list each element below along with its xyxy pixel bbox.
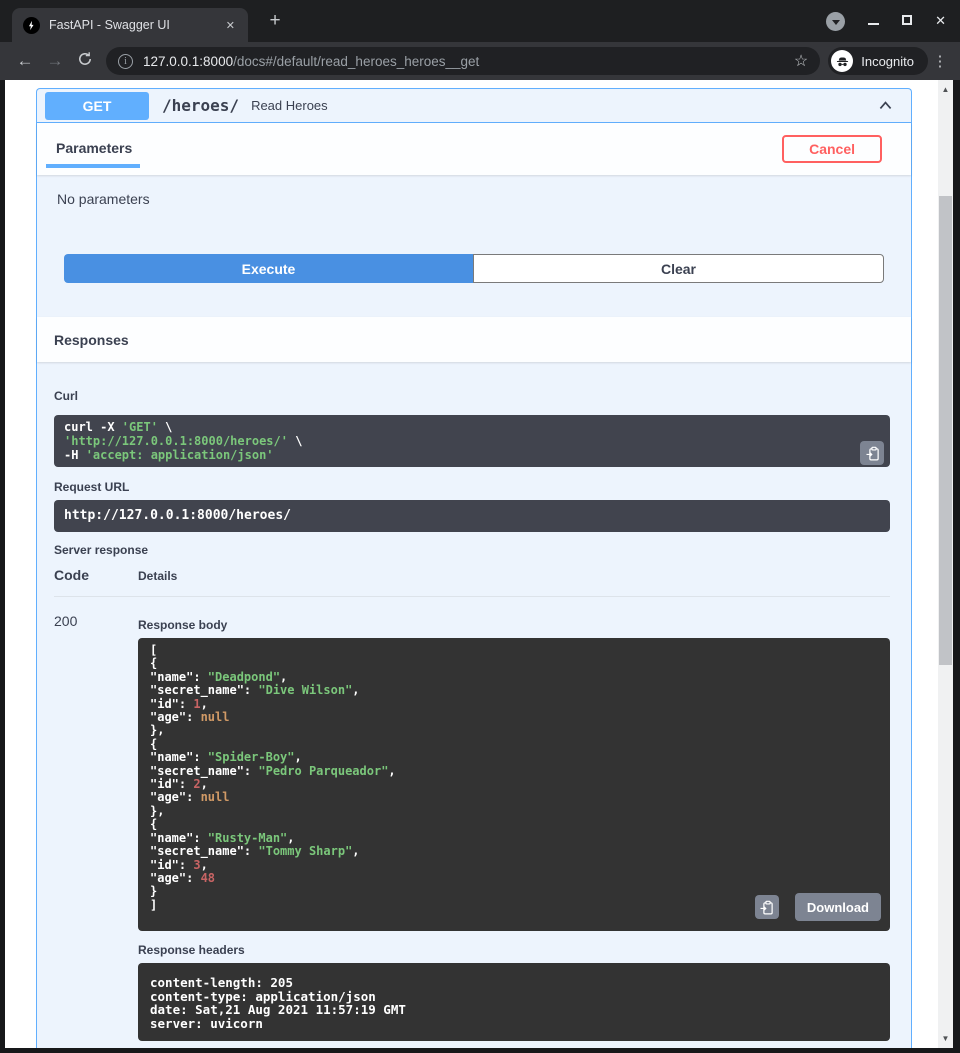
request-url-label: Request URL [54, 480, 890, 494]
response-row: 200 Response body [ { "name": "Deadpond"… [54, 609, 890, 1041]
response-details: Response body [ { "name": "Deadpond", "s… [138, 609, 890, 1041]
fastapi-favicon-icon [23, 17, 40, 34]
responses-header: Responses [37, 317, 911, 362]
browser-tab[interactable]: FastAPI - Swagger UI ✕ [12, 8, 248, 42]
request-url-code: http://127.0.0.1:8000/heroes/ [54, 500, 890, 532]
incognito-badge: Incognito [828, 47, 928, 75]
responses-body: Curl curl -X 'GET' \ 'http://127.0.0.1:8… [37, 362, 911, 1048]
page-scrollbar[interactable]: ▲ ▼ [938, 80, 953, 1048]
parameters-body: No parameters Execute Clear [37, 175, 911, 317]
window-controls: ✕ [826, 0, 946, 42]
url-bar[interactable]: i 127.0.0.1:8000/docs#/default/read_hero… [106, 47, 820, 75]
collapse-chevron-icon[interactable] [876, 97, 895, 114]
opblock-summary[interactable]: GET /heroes/ Read Heroes [37, 89, 911, 123]
copy-curl-button[interactable] [860, 441, 884, 465]
titlebar: FastAPI - Swagger UI ✕ + ✕ [0, 0, 960, 42]
browser-window: FastAPI - Swagger UI ✕ + ✕ ← → i 127.0.0… [0, 0, 960, 1053]
response-headers-label: Response headers [138, 943, 890, 957]
no-parameters-text: No parameters [57, 191, 891, 207]
execute-button[interactable]: Execute [64, 254, 473, 283]
scroll-up-icon[interactable]: ▲ [938, 82, 953, 97]
opblock-get-heroes: GET /heroes/ Read Heroes Parameters Canc… [36, 88, 912, 1048]
scroll-down-icon[interactable]: ▼ [938, 1031, 953, 1046]
details-column-header: Details [138, 567, 177, 583]
bookmark-star-icon[interactable]: ☆ [794, 51, 808, 71]
responses-title: Responses [54, 332, 129, 348]
maximize-icon[interactable] [902, 12, 912, 30]
request-url-value: http://127.0.0.1:8000/heroes/ [64, 508, 291, 523]
window-frame: GET /heroes/ Read Heroes Parameters Canc… [0, 80, 960, 1053]
response-body-actions: Download [755, 893, 881, 921]
browser-menu-icon[interactable]: ⋮ [930, 52, 950, 70]
new-tab-button[interactable]: + [262, 10, 288, 34]
window-close-icon[interactable]: ✕ [935, 13, 946, 29]
response-body-code: [ { "name": "Deadpond", "secret_name": "… [138, 638, 890, 931]
curl-code: curl -X 'GET' \ 'http://127.0.0.1:8000/h… [54, 415, 890, 467]
forward-icon[interactable]: → [40, 51, 70, 71]
parameters-tab-underline [46, 164, 140, 168]
swagger-page: GET /heroes/ Read Heroes Parameters Canc… [5, 80, 953, 1048]
url-path: /docs#/default/read_heroes_heroes__get [233, 54, 479, 69]
method-badge: GET [45, 92, 149, 120]
copy-response-button[interactable] [755, 895, 779, 919]
tab-close-icon[interactable]: ✕ [221, 17, 240, 34]
back-icon[interactable]: ← [10, 51, 40, 71]
response-headers-code: content-length: 205content-type: applica… [138, 963, 890, 1041]
incognito-label: Incognito [861, 54, 914, 69]
parameters-header: Parameters Cancel [37, 123, 911, 175]
window-menu-icon[interactable] [826, 12, 845, 31]
download-button[interactable]: Download [795, 893, 881, 921]
parameters-tab: Parameters [54, 140, 134, 158]
status-code: 200 [54, 609, 138, 1041]
endpoint-summary: Read Heroes [251, 98, 328, 113]
response-json: [ { "name": "Deadpond", "secret_name": "… [150, 644, 878, 912]
reload-icon[interactable] [70, 51, 100, 72]
endpoint-path: /heroes/ [162, 96, 239, 115]
execute-row: Execute Clear [64, 254, 884, 283]
clear-button[interactable]: Clear [473, 254, 884, 283]
url-host: 127.0.0.1:8000 [143, 54, 233, 69]
minimize-icon[interactable] [868, 12, 879, 30]
scrollbar-thumb[interactable] [939, 196, 952, 665]
browser-toolbar: ← → i 127.0.0.1:8000/docs#/default/read_… [0, 42, 960, 80]
url-text[interactable]: 127.0.0.1:8000/docs#/default/read_heroes… [143, 54, 786, 69]
response-table-header: Code Details [54, 567, 890, 597]
response-body-label: Response body [138, 609, 890, 632]
cancel-button[interactable]: Cancel [782, 135, 882, 163]
tab-title: FastAPI - Swagger UI [49, 18, 221, 32]
parameters-title: Parameters [56, 140, 132, 156]
incognito-icon [831, 50, 853, 72]
code-column-header: Code [54, 567, 138, 583]
curl-label: Curl [54, 362, 890, 403]
site-info-icon[interactable]: i [118, 54, 133, 69]
server-response-label: Server response [54, 543, 890, 557]
